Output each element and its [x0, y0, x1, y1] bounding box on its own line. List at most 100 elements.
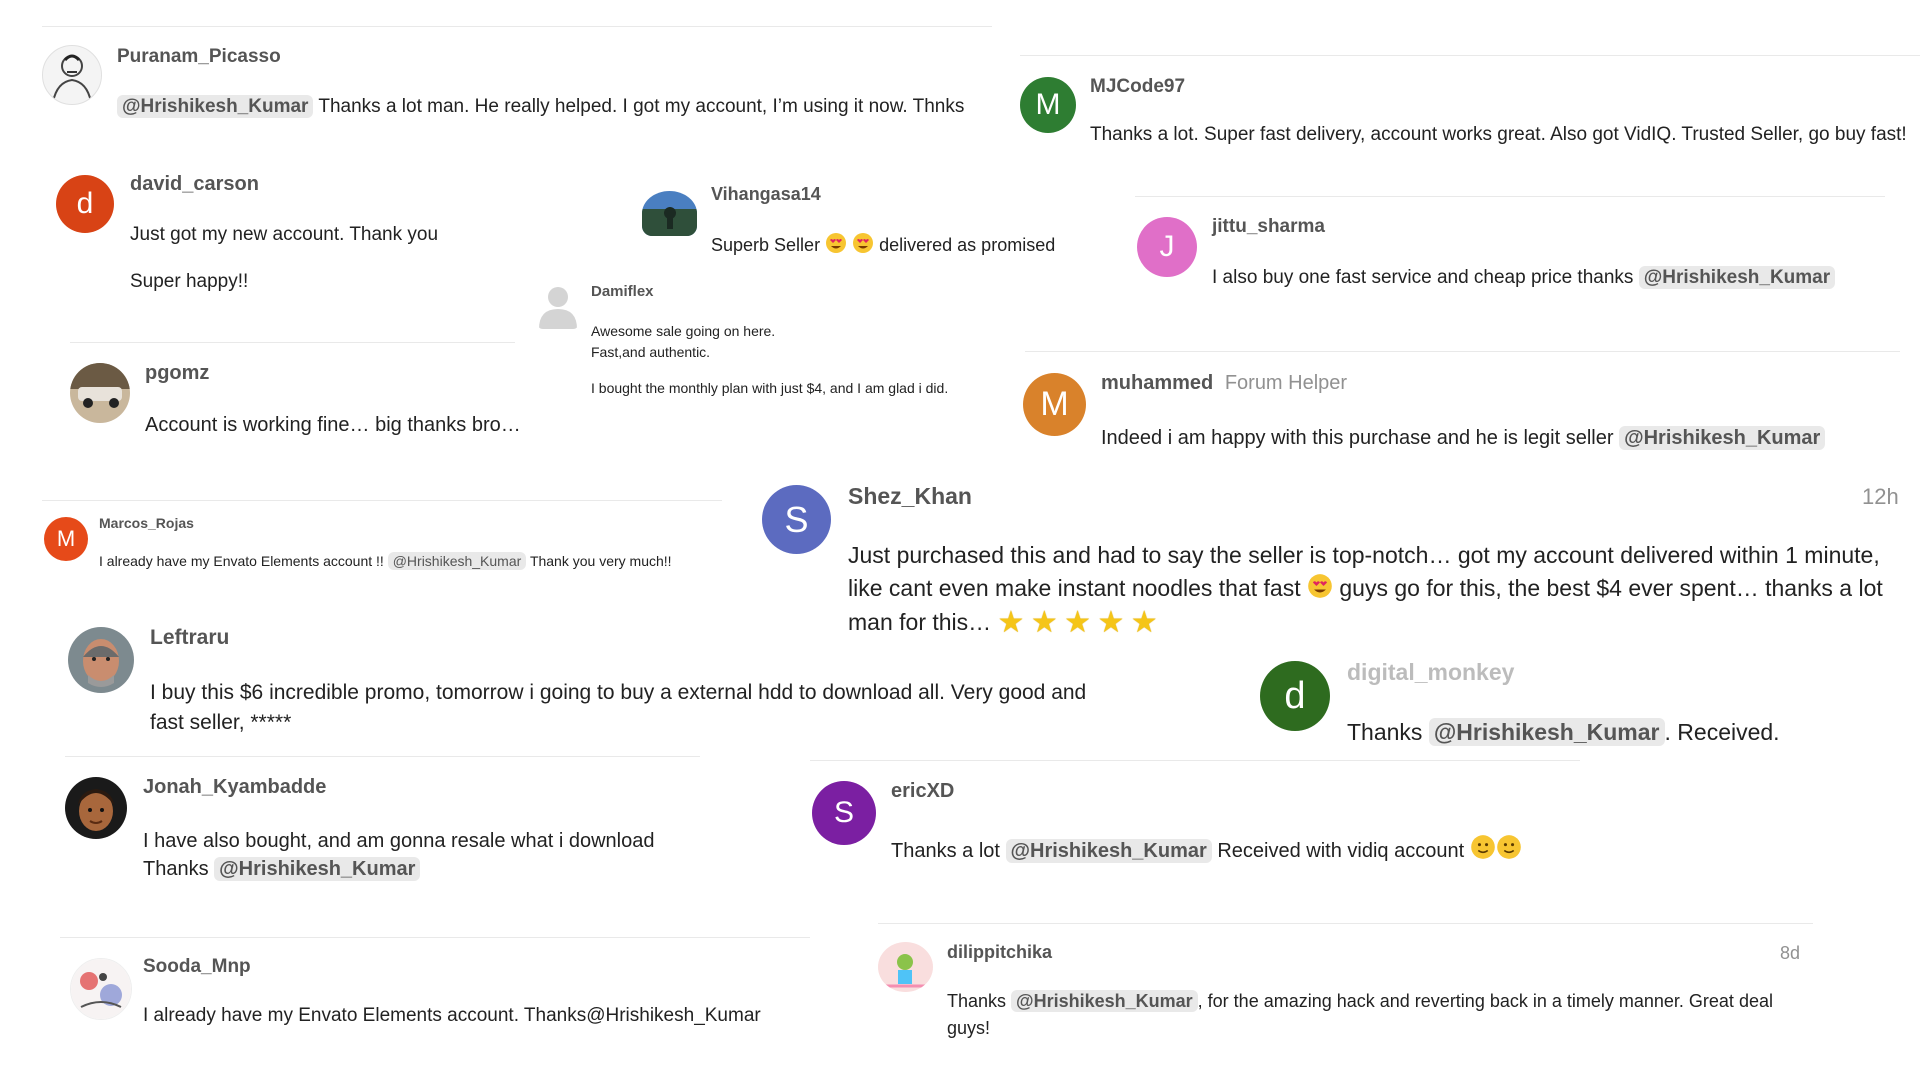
user-mention[interactable]: @Hrishikesh_Kumar	[1619, 426, 1826, 450]
slight-smile-emoji-icon	[1470, 834, 1496, 866]
divider	[810, 760, 1580, 761]
post-text-line: I buy this $6 incredible promo, tomorrow…	[150, 681, 1087, 704]
post-text: I already have my Envato Elements accoun…	[143, 1005, 761, 1026]
post-text-body: Received with vidiq account	[1217, 840, 1465, 862]
post-text: Indeed i am happy with this purchase and…	[1101, 426, 1826, 450]
star-emoji-icon: ★	[1030, 606, 1058, 639]
post-text-line: Thanks @Hrishikesh_Kumar	[143, 857, 421, 881]
user-mention[interactable]: @Hrishikesh_Kumar	[214, 857, 421, 881]
user-title: Forum Helper	[1224, 372, 1348, 394]
divider	[60, 937, 810, 938]
post-text-body: Thanks	[1347, 719, 1423, 745]
post-text-body: . Received.	[1664, 719, 1780, 745]
username[interactable]: muhammed	[1101, 372, 1213, 394]
post-text-body: delivered as promised	[879, 235, 1056, 255]
post-text-body: Thanks a lot man. He really helped. I go…	[318, 96, 965, 117]
divider	[1025, 351, 1900, 352]
username[interactable]: Marcos_Rojas	[99, 515, 194, 531]
post-text-body: I already have my Envato Elements accoun…	[99, 553, 384, 569]
post-text-body: Thanks	[143, 858, 209, 880]
sketch-portrait-icon[interactable]	[42, 45, 102, 105]
letter-avatar-d[interactable]: d	[56, 175, 114, 233]
heart-eyes-emoji-icon	[852, 232, 874, 259]
post-text-line: fast seller, *****	[150, 711, 292, 734]
letter-avatar-m[interactable]: M	[1020, 77, 1076, 133]
star-emoji-icon: ★	[1130, 606, 1158, 639]
post-text-line: Just got my new account. Thank you	[130, 224, 439, 245]
username[interactable]: digital_monkey	[1347, 659, 1514, 686]
post-text-line: Super happy!!	[130, 271, 249, 292]
username[interactable]: ericXD	[891, 780, 954, 803]
landscape-photo-icon[interactable]	[642, 191, 697, 236]
post-text-body: , for the amazing hack and reverting bac…	[1197, 991, 1773, 1011]
slight-smile-emoji-icon	[1496, 834, 1522, 866]
post-text-line: I bought the monthly plan with just $4, …	[591, 380, 949, 396]
post-text-body: I also buy one fast service and cheap pr…	[1212, 267, 1634, 288]
username[interactable]: MJCode97	[1090, 76, 1185, 98]
illustration-avatar-icon[interactable]	[70, 958, 132, 1020]
username[interactable]: Damiflex	[591, 283, 654, 300]
post-text: @Hrishikesh_Kumar Thanks a lot man. He r…	[117, 95, 965, 118]
username[interactable]: david_carson	[130, 173, 259, 196]
post-text: I already have my Envato Elements accoun…	[99, 552, 672, 570]
post-text: Thanks @Hrishikesh_Kumar, for the amazin…	[947, 990, 1773, 1012]
letter-avatar-s[interactable]: S	[812, 781, 876, 845]
post-text-body: Superb Seller	[711, 235, 821, 255]
post-text: Superb Seller delivered as promised	[711, 232, 1055, 259]
user-mention[interactable]: @Hrishikesh_Kumar	[117, 95, 314, 118]
photo-avatar-icon[interactable]	[70, 363, 130, 423]
cartoon-face-icon[interactable]	[65, 777, 127, 839]
username[interactable]: Shez_Khan	[848, 483, 972, 510]
username[interactable]: Vihangasa14	[711, 184, 821, 205]
post-text-body: Thanks	[947, 991, 1007, 1011]
post-text-line: Fast,and authentic.	[591, 344, 711, 360]
username[interactable]: Puranam_Picasso	[117, 46, 281, 68]
illustration-avatar-icon[interactable]	[878, 942, 933, 992]
post-text-line: I have also bought, and am gonna resale …	[143, 830, 655, 852]
user-mention[interactable]: @Hrishikesh_Kumar	[1005, 839, 1212, 863]
heart-eyes-emoji-icon	[1307, 573, 1333, 605]
username[interactable]: pgomz	[145, 362, 209, 385]
heart-eyes-emoji-icon	[825, 232, 847, 259]
star-emoji-icon: ★	[997, 606, 1025, 639]
post-text: Thanks a lot. Super fast delivery, accou…	[1090, 124, 1907, 145]
face-photo-icon[interactable]	[68, 627, 134, 693]
post-text-body: Thanks a lot	[891, 840, 1000, 862]
post-text-line: Just purchased this and had to say the s…	[848, 542, 1880, 568]
username[interactable]: dilippitchika	[947, 942, 1052, 963]
post-text: Thanks a lot @Hrishikesh_Kumar Received …	[891, 834, 1522, 866]
user-mention[interactable]: @Hrishikesh_Kumar	[387, 552, 527, 570]
post-text: Account is working fine… big thanks bro…	[145, 414, 521, 436]
post-timestamp[interactable]: 12h	[1862, 484, 1899, 510]
default-user-icon[interactable]	[537, 283, 579, 329]
letter-avatar-m[interactable]: M	[44, 517, 88, 561]
star-emoji-icon: ★	[1097, 606, 1125, 639]
post-text-body: Thank you very much!!	[529, 553, 672, 569]
username[interactable]: Sooda_Mnp	[143, 956, 251, 978]
post-header: muhammed Forum Helper	[1101, 372, 1347, 395]
post-text-line: guys!	[947, 1018, 991, 1038]
post-text-body: guys go for this, the best $4 ever spent…	[1339, 575, 1883, 601]
username[interactable]: Jonah_Kyambadde	[143, 776, 326, 799]
post-text-line: man for this… ★ ★ ★ ★ ★	[848, 605, 1158, 640]
post-text-body: like cant even make instant noodles that…	[848, 575, 1301, 601]
letter-avatar-d[interactable]: d	[1260, 661, 1330, 731]
star-emoji-icon: ★	[1064, 606, 1092, 639]
divider	[878, 923, 1813, 924]
divider	[70, 342, 515, 343]
post-text-line: Awesome sale going on here.	[591, 323, 776, 339]
letter-avatar-m[interactable]: M	[1023, 373, 1086, 436]
username[interactable]: jittu_sharma	[1212, 216, 1325, 238]
letter-avatar-j[interactable]: J	[1137, 217, 1197, 277]
post-text: Thanks @Hrishikesh_Kumar. Received.	[1347, 718, 1780, 746]
username[interactable]: Leftraru	[150, 626, 229, 650]
letter-avatar-s[interactable]: S	[762, 485, 831, 554]
post-text-line: like cant even make instant noodles that…	[848, 573, 1883, 605]
post-text-body: Indeed i am happy with this purchase and…	[1101, 427, 1614, 449]
user-mention[interactable]: @Hrishikesh_Kumar	[1011, 990, 1198, 1012]
divider	[42, 500, 722, 501]
user-mention[interactable]: @Hrishikesh_Kumar	[1638, 266, 1836, 289]
user-mention[interactable]: @Hrishikesh_Kumar	[1428, 718, 1665, 746]
post-timestamp[interactable]: 8d	[1780, 943, 1800, 964]
post-text-body: man for this…	[848, 609, 992, 635]
